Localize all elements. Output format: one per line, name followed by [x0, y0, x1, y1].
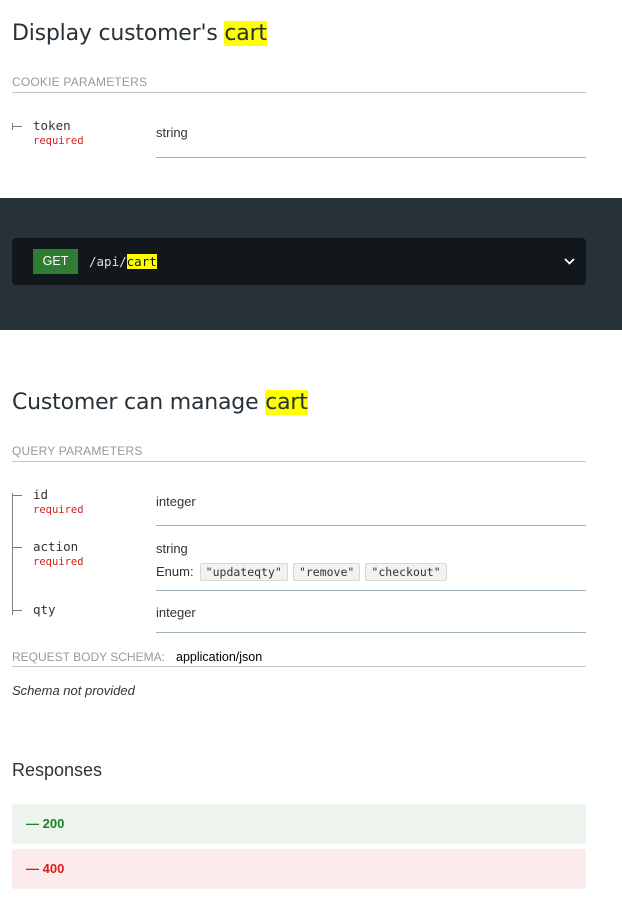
tree-tick	[13, 547, 22, 548]
param-type-token: string	[156, 125, 188, 140]
section-divider	[12, 461, 586, 462]
request-body-content-type: application/json	[176, 650, 263, 664]
endpoint-selector[interactable]: GET /api/cart	[12, 238, 586, 285]
tree-tick	[13, 126, 22, 127]
cookie-parameters-label: COOKIE PARAMETERS	[12, 75, 148, 89]
param-type-qty: integer	[156, 605, 196, 620]
param-type-id: integer	[156, 494, 196, 509]
param-name-id: id	[33, 487, 49, 502]
schema-note: Schema not provided	[12, 683, 135, 698]
param-type-action: string	[156, 541, 188, 556]
endpoint-path-prefix: /api/	[89, 254, 127, 269]
endpoint-path: /api/cart	[89, 254, 157, 269]
param-name-action: action	[33, 539, 79, 554]
param-divider	[156, 632, 586, 633]
tree-tick	[13, 610, 22, 611]
response-400[interactable]: — 400	[12, 849, 586, 889]
section-title-display-cart: Display customer's cart	[12, 21, 267, 46]
tree-connector-line	[12, 493, 13, 615]
enum-label: Enum:	[156, 564, 194, 579]
param-divider	[156, 157, 586, 158]
param-required-action: required	[33, 556, 84, 568]
param-divider	[156, 525, 586, 526]
section-divider	[12, 92, 586, 93]
param-enum-action: Enum: "updateqty" "remove" "checkout"	[156, 561, 447, 581]
section-divider	[12, 666, 586, 667]
enum-value: "updateqty"	[199, 563, 288, 581]
param-name-qty: qty	[33, 602, 56, 617]
response-200[interactable]: — 200	[12, 804, 586, 844]
query-parameters-label: QUERY PARAMETERS	[12, 444, 143, 458]
section-title-highlight: cart	[224, 21, 267, 46]
request-body-schema-label: REQUEST BODY SCHEMA:	[12, 650, 165, 664]
section-title-manage-cart: Customer can manage cart	[12, 390, 308, 415]
section-title-highlight: cart	[265, 390, 308, 415]
tree-tick	[13, 495, 22, 496]
enum-value: "remove"	[292, 563, 361, 581]
chevron-down-icon[interactable]	[563, 256, 576, 267]
endpoint-path-highlight: cart	[126, 254, 157, 269]
param-divider	[156, 590, 586, 591]
param-required-token: required	[33, 135, 84, 147]
http-method-badge: GET	[33, 249, 78, 274]
section-title-prefix: Customer can manage	[12, 390, 266, 415]
param-required-id: required	[33, 504, 84, 516]
responses-title: Responses	[12, 760, 103, 780]
param-name-token: token	[33, 118, 71, 133]
enum-value: "checkout"	[365, 563, 447, 581]
section-title-prefix: Display customer's	[12, 21, 225, 46]
